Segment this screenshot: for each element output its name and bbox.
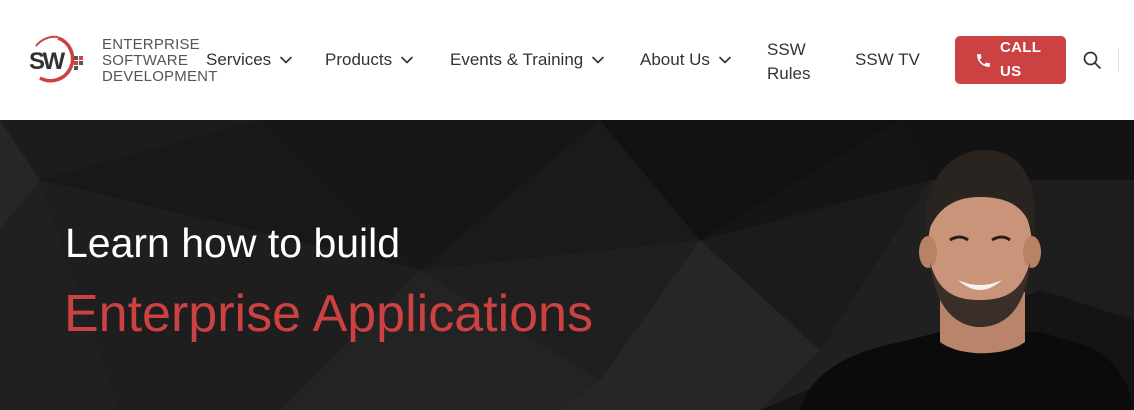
nav-ssw-tv-label: SSW TV (855, 50, 920, 69)
hero-banner: Learn how to build Enterprise Applicatio… (0, 120, 1134, 410)
nav-ssw-rules-label-line: SSW (767, 40, 806, 59)
logo-tagline-line: ENTERPRISE (102, 36, 200, 53)
nav-about-us[interactable]: About Us (640, 50, 731, 70)
nav-services[interactable]: Services (206, 50, 292, 70)
search-button[interactable] (1082, 50, 1102, 70)
site-header: SW ENTERPRISE SOFTWARE DEVELOPMENT Servi… (0, 0, 1134, 120)
logo-tagline: ENTERPRISE SOFTWARE DEVELOPMENT (102, 37, 222, 85)
svg-text:SW: SW (29, 48, 66, 75)
presenter-photo (800, 150, 1134, 410)
call-us-button[interactable]: CALL US (955, 36, 1066, 84)
chevron-down-icon (592, 56, 605, 64)
phone-icon (977, 53, 990, 67)
chevron-down-icon (401, 56, 413, 64)
nav-ssw-rules-label-line: Rules (767, 64, 811, 83)
hero-heading-line2: Enterprise Applications (64, 285, 593, 343)
nav-ssw-tv[interactable]: SSW TV (855, 50, 920, 70)
ssw-logo-mark: SW (28, 34, 88, 86)
nav-products-label: Products (325, 50, 393, 69)
nav-about-us-label: About Us (640, 50, 710, 69)
ssw-logo[interactable]: SW ENTERPRISE SOFTWARE DEVELOPMENT (28, 34, 217, 86)
search-icon (1083, 51, 1101, 69)
nav-products[interactable]: Products (325, 50, 413, 70)
hero-heading-line1: Learn how to build (65, 220, 401, 266)
logo-tagline-line: DEVELOPMENT (102, 68, 218, 85)
chevron-down-icon (719, 56, 731, 64)
chevron-down-icon (280, 56, 292, 64)
call-us-label: CALL US (1000, 39, 1041, 80)
logo-tagline-line: SOFTWARE (102, 52, 189, 69)
nav-events-training[interactable]: Events & Training (450, 50, 605, 70)
nav-events-training-label: Events & Training (450, 50, 584, 69)
header-divider (1118, 48, 1119, 72)
nav-ssw-rules[interactable]: SSW Rules (767, 38, 810, 86)
nav-services-label: Services (206, 50, 272, 69)
